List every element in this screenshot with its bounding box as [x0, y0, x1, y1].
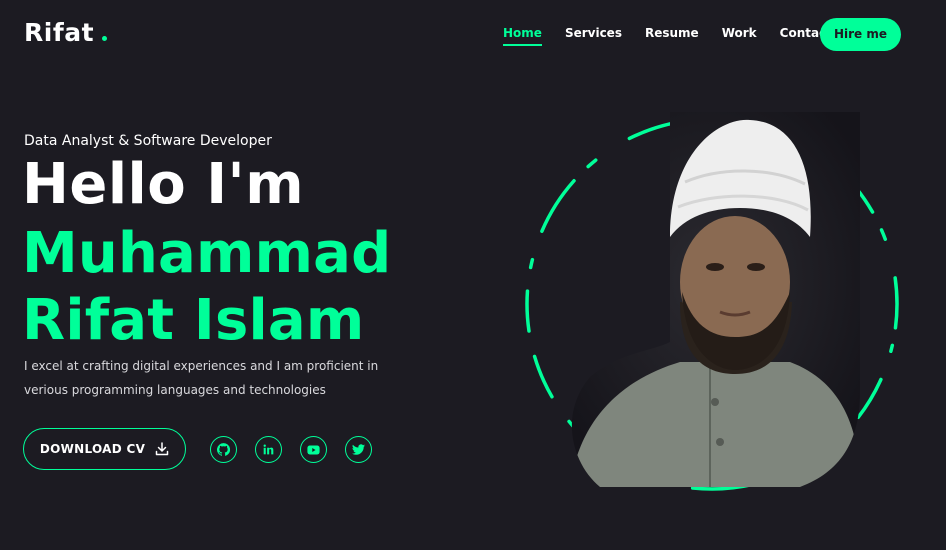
main-nav: Home Services Resume Work Contact: [503, 26, 855, 46]
nav-item-resume[interactable]: Resume: [645, 26, 699, 46]
twitter-link[interactable]: [345, 436, 372, 463]
nav-item-services[interactable]: Services: [565, 26, 622, 46]
hire-me-button[interactable]: Hire me: [820, 18, 901, 51]
nav-item-home[interactable]: Home: [503, 26, 542, 46]
hero-subtitle: Data Analyst & Software Developer: [24, 133, 272, 149]
nav-item-work[interactable]: Work: [722, 26, 757, 46]
linkedin-link[interactable]: [255, 436, 282, 463]
download-cv-label: DOWNLOAD CV: [39, 442, 146, 456]
linkedin-icon: [263, 444, 274, 455]
twitter-icon: [352, 444, 365, 455]
site-header: Rifat Home Services Resume Work Contact …: [0, 0, 946, 70]
hero-description: I excel at crafting digital experiences …: [24, 359, 379, 397]
youtube-link[interactable]: [300, 436, 327, 463]
github-icon: [217, 443, 230, 456]
download-cv-button[interactable]: DOWNLOAD CV: [23, 428, 186, 470]
social-links: [210, 436, 372, 463]
youtube-icon: [307, 445, 320, 454]
hero-greeting: Hello I'm: [22, 152, 305, 217]
profile-photo-area: [520, 112, 904, 496]
logo-text[interactable]: Rifat: [24, 18, 94, 47]
profile-photo: [571, 112, 860, 487]
github-link[interactable]: [210, 436, 237, 463]
download-icon: [155, 442, 169, 456]
logo-dot: [102, 36, 108, 41]
hero-name: Muhammad Rifat Islam: [22, 221, 392, 353]
logo[interactable]: Rifat: [24, 18, 108, 47]
